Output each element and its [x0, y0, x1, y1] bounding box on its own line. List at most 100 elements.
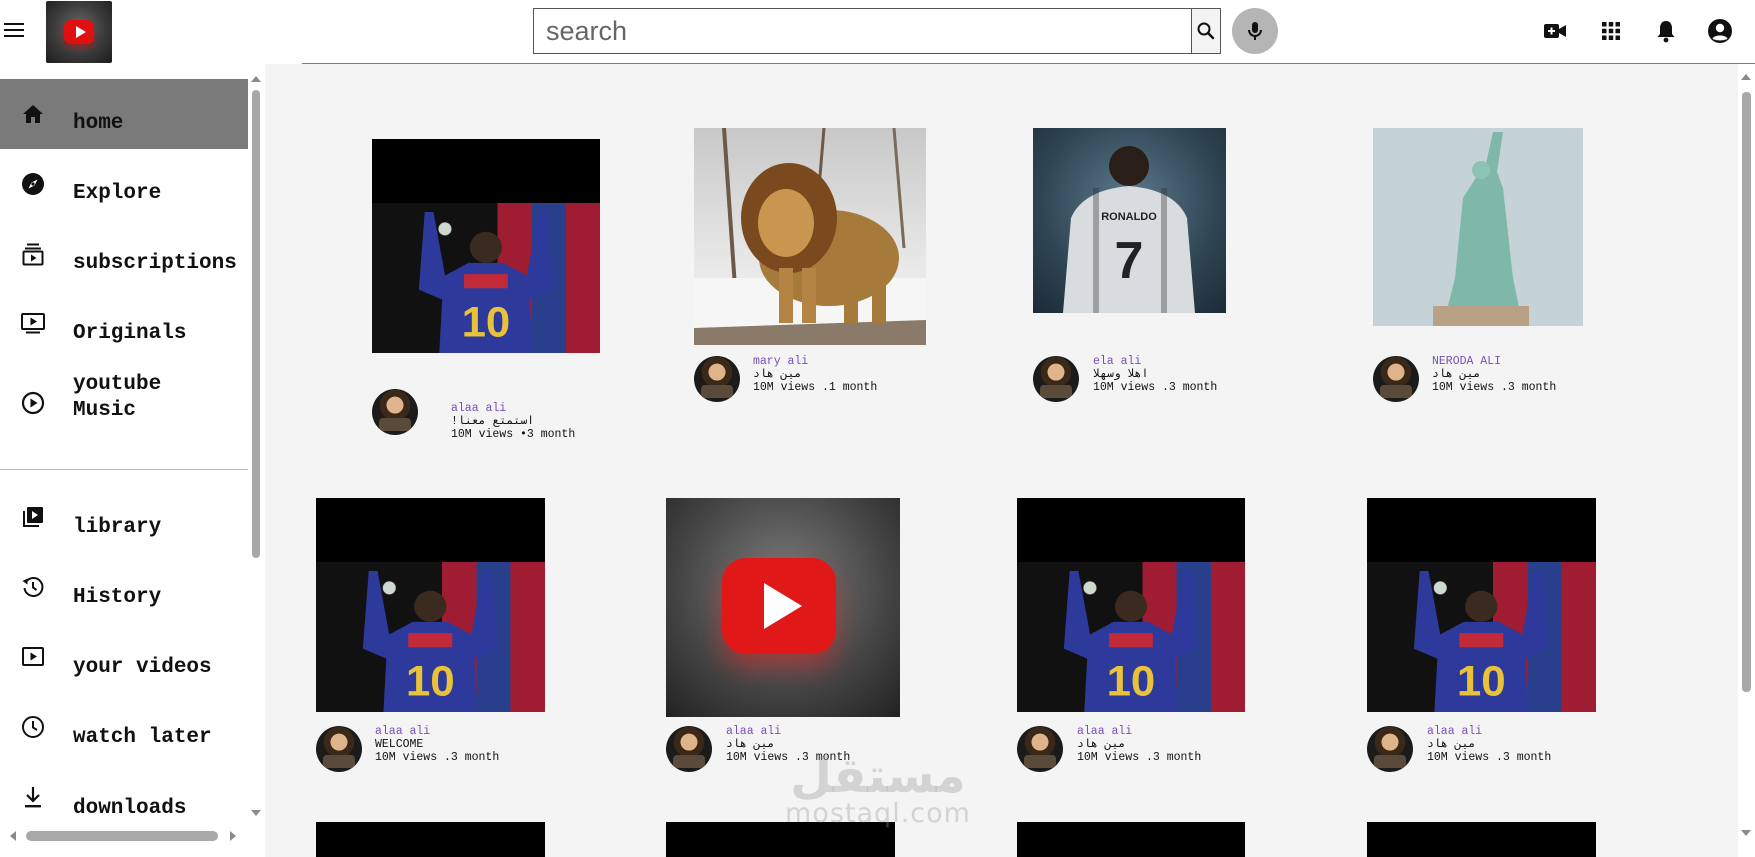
player-figure: 10 [1063, 570, 1199, 712]
sidebar-item-library[interactable]: library [0, 498, 248, 558]
main-scroll-thumb[interactable] [1742, 92, 1751, 692]
channel-avatar[interactable] [1033, 356, 1079, 402]
svg-text:RONALDO: RONALDO [1101, 211, 1157, 223]
sidebar-item-label: home [73, 112, 124, 135]
svg-text:10: 10 [462, 299, 511, 346]
mic-icon [1248, 22, 1262, 40]
scroll-up-arrow[interactable] [1741, 74, 1751, 80]
sidebar-divider [0, 469, 248, 470]
search-button[interactable] [1191, 8, 1221, 54]
player-figure: 10 [418, 211, 554, 353]
voice-search-button[interactable] [1232, 8, 1278, 54]
scroll-down-arrow[interactable] [251, 810, 261, 816]
video-title[interactable]: مين هاد [753, 368, 877, 381]
svg-text:10: 10 [1107, 658, 1156, 705]
channel-name[interactable]: alaa ali [1077, 725, 1201, 738]
player-figure: 10 [363, 570, 498, 712]
channel-avatar[interactable] [1017, 726, 1063, 772]
sidebar-item-youtube-music[interactable]: youtube Music [0, 372, 248, 452]
sidebar-item-label: your videos [73, 656, 212, 679]
search-bar [533, 8, 1221, 54]
youtube-play-icon [722, 558, 836, 654]
video-thumbnail[interactable] [1367, 822, 1596, 857]
video-thumbnail[interactable] [694, 128, 926, 345]
sidebar-horizontal-scrollbar[interactable] [0, 828, 245, 844]
sidebar-item-explore[interactable]: Explore [0, 156, 248, 216]
sidebar-item-originals[interactable]: Originals [0, 296, 248, 356]
your-videos-icon [20, 644, 46, 670]
subscriptions-icon [20, 241, 46, 267]
video-meta: alaa ali WELCOME 10M views .3 month [375, 725, 499, 764]
channel-name[interactable]: alaa ali [726, 725, 850, 738]
main-scrollbar[interactable] [1738, 64, 1755, 844]
apps-grid-icon [1602, 22, 1620, 40]
player-back-illustration: RONALDO 7 [1063, 146, 1195, 313]
channel-name[interactable]: ela ali [1093, 355, 1217, 368]
scroll-left-arrow[interactable] [10, 831, 16, 841]
apps-button[interactable] [1598, 18, 1624, 44]
channel-avatar[interactable] [372, 389, 418, 435]
video-views: 10M views .3 month [375, 751, 500, 764]
channel-name[interactable]: alaa ali [375, 725, 499, 738]
account-icon [1708, 19, 1732, 43]
video-title[interactable]: !استمتع معنا [451, 415, 575, 428]
video-thumbnail[interactable]: 10 [1017, 498, 1245, 712]
scroll-right-arrow[interactable] [230, 831, 236, 841]
download-icon [20, 784, 46, 810]
originals-icon [20, 311, 46, 337]
video-title[interactable]: اهلا وسهلا [1093, 368, 1217, 381]
account-button[interactable] [1707, 18, 1733, 44]
video-thumbnail[interactable]: 10 [372, 139, 600, 353]
video-thumbnail[interactable] [316, 822, 545, 857]
create-video-button[interactable] [1542, 18, 1568, 44]
video-meta: NERODA ALI مين هاد 10M views .3 month [1432, 355, 1556, 394]
menu-icon[interactable] [4, 18, 28, 42]
sidebar-item-history[interactable]: History [0, 568, 248, 628]
channel-name[interactable]: alaa ali [451, 402, 575, 415]
channel-avatar[interactable] [1373, 356, 1419, 402]
scroll-down-arrow[interactable] [1741, 830, 1751, 836]
notifications-button[interactable] [1653, 18, 1679, 44]
video-meta: alaa ali !استمتع معنا 10M views •3 month [451, 402, 575, 441]
video-thumbnail[interactable]: 10 [316, 498, 545, 712]
scroll-up-arrow[interactable] [251, 76, 261, 82]
video-thumbnail[interactable] [1017, 822, 1245, 857]
video-thumbnail[interactable]: RONALDO 7 [1033, 128, 1226, 313]
video-grid: 10 alaa ali !استمتع معنا 10M views •3 mo… [265, 64, 1738, 857]
sidebar-item-watch-later[interactable]: watch later [0, 708, 248, 768]
sidebar-item-downloads[interactable]: downloads [0, 778, 248, 833]
channel-name[interactable]: NERODA ALI [1432, 355, 1556, 368]
youtube-logo[interactable] [46, 1, 112, 63]
video-title[interactable]: مين هاد [1427, 738, 1551, 751]
channel-avatar[interactable] [666, 726, 712, 772]
sidebar-item-label: Originals [73, 322, 187, 345]
sidebar-scroll-thumb[interactable] [252, 90, 260, 558]
sidebar-item-label: watch later [73, 726, 212, 749]
video-meta: ela ali اهلا وسهلا 10M views .3 month [1093, 355, 1217, 394]
play-circle-icon [20, 390, 46, 416]
sidebar-item-label: subscriptions [73, 252, 237, 275]
video-views: 10M views .3 month [1077, 751, 1202, 764]
watermark-arabic: مستقل [790, 748, 966, 804]
horizontal-scroll-thumb[interactable] [26, 831, 218, 841]
sidebar-item-your-videos[interactable]: your videos [0, 638, 248, 698]
sidebar-item-label: History [73, 586, 162, 609]
svg-text:10: 10 [1457, 658, 1506, 705]
video-thumbnail[interactable]: 10 [1367, 498, 1596, 712]
video-title[interactable]: WELCOME [375, 738, 499, 751]
video-title[interactable]: مين هاد [1432, 368, 1556, 381]
search-input[interactable] [533, 8, 1191, 54]
sidebar-scrollbar[interactable] [250, 76, 262, 816]
channel-name[interactable]: alaa ali [1427, 725, 1551, 738]
channel-name[interactable]: mary ali [753, 355, 877, 368]
channel-avatar[interactable] [316, 726, 362, 772]
channel-avatar[interactable] [694, 356, 740, 402]
sidebar-item-label: downloads [73, 797, 187, 820]
sidebar-item-home[interactable]: home [0, 79, 248, 149]
video-title[interactable]: مين هاد [1077, 738, 1201, 751]
channel-avatar[interactable] [1367, 726, 1413, 772]
sidebar-item-subscriptions[interactable]: subscriptions [0, 226, 248, 286]
video-thumbnail[interactable] [666, 498, 900, 717]
video-thumbnail[interactable] [1373, 128, 1583, 326]
home-icon [20, 101, 46, 127]
